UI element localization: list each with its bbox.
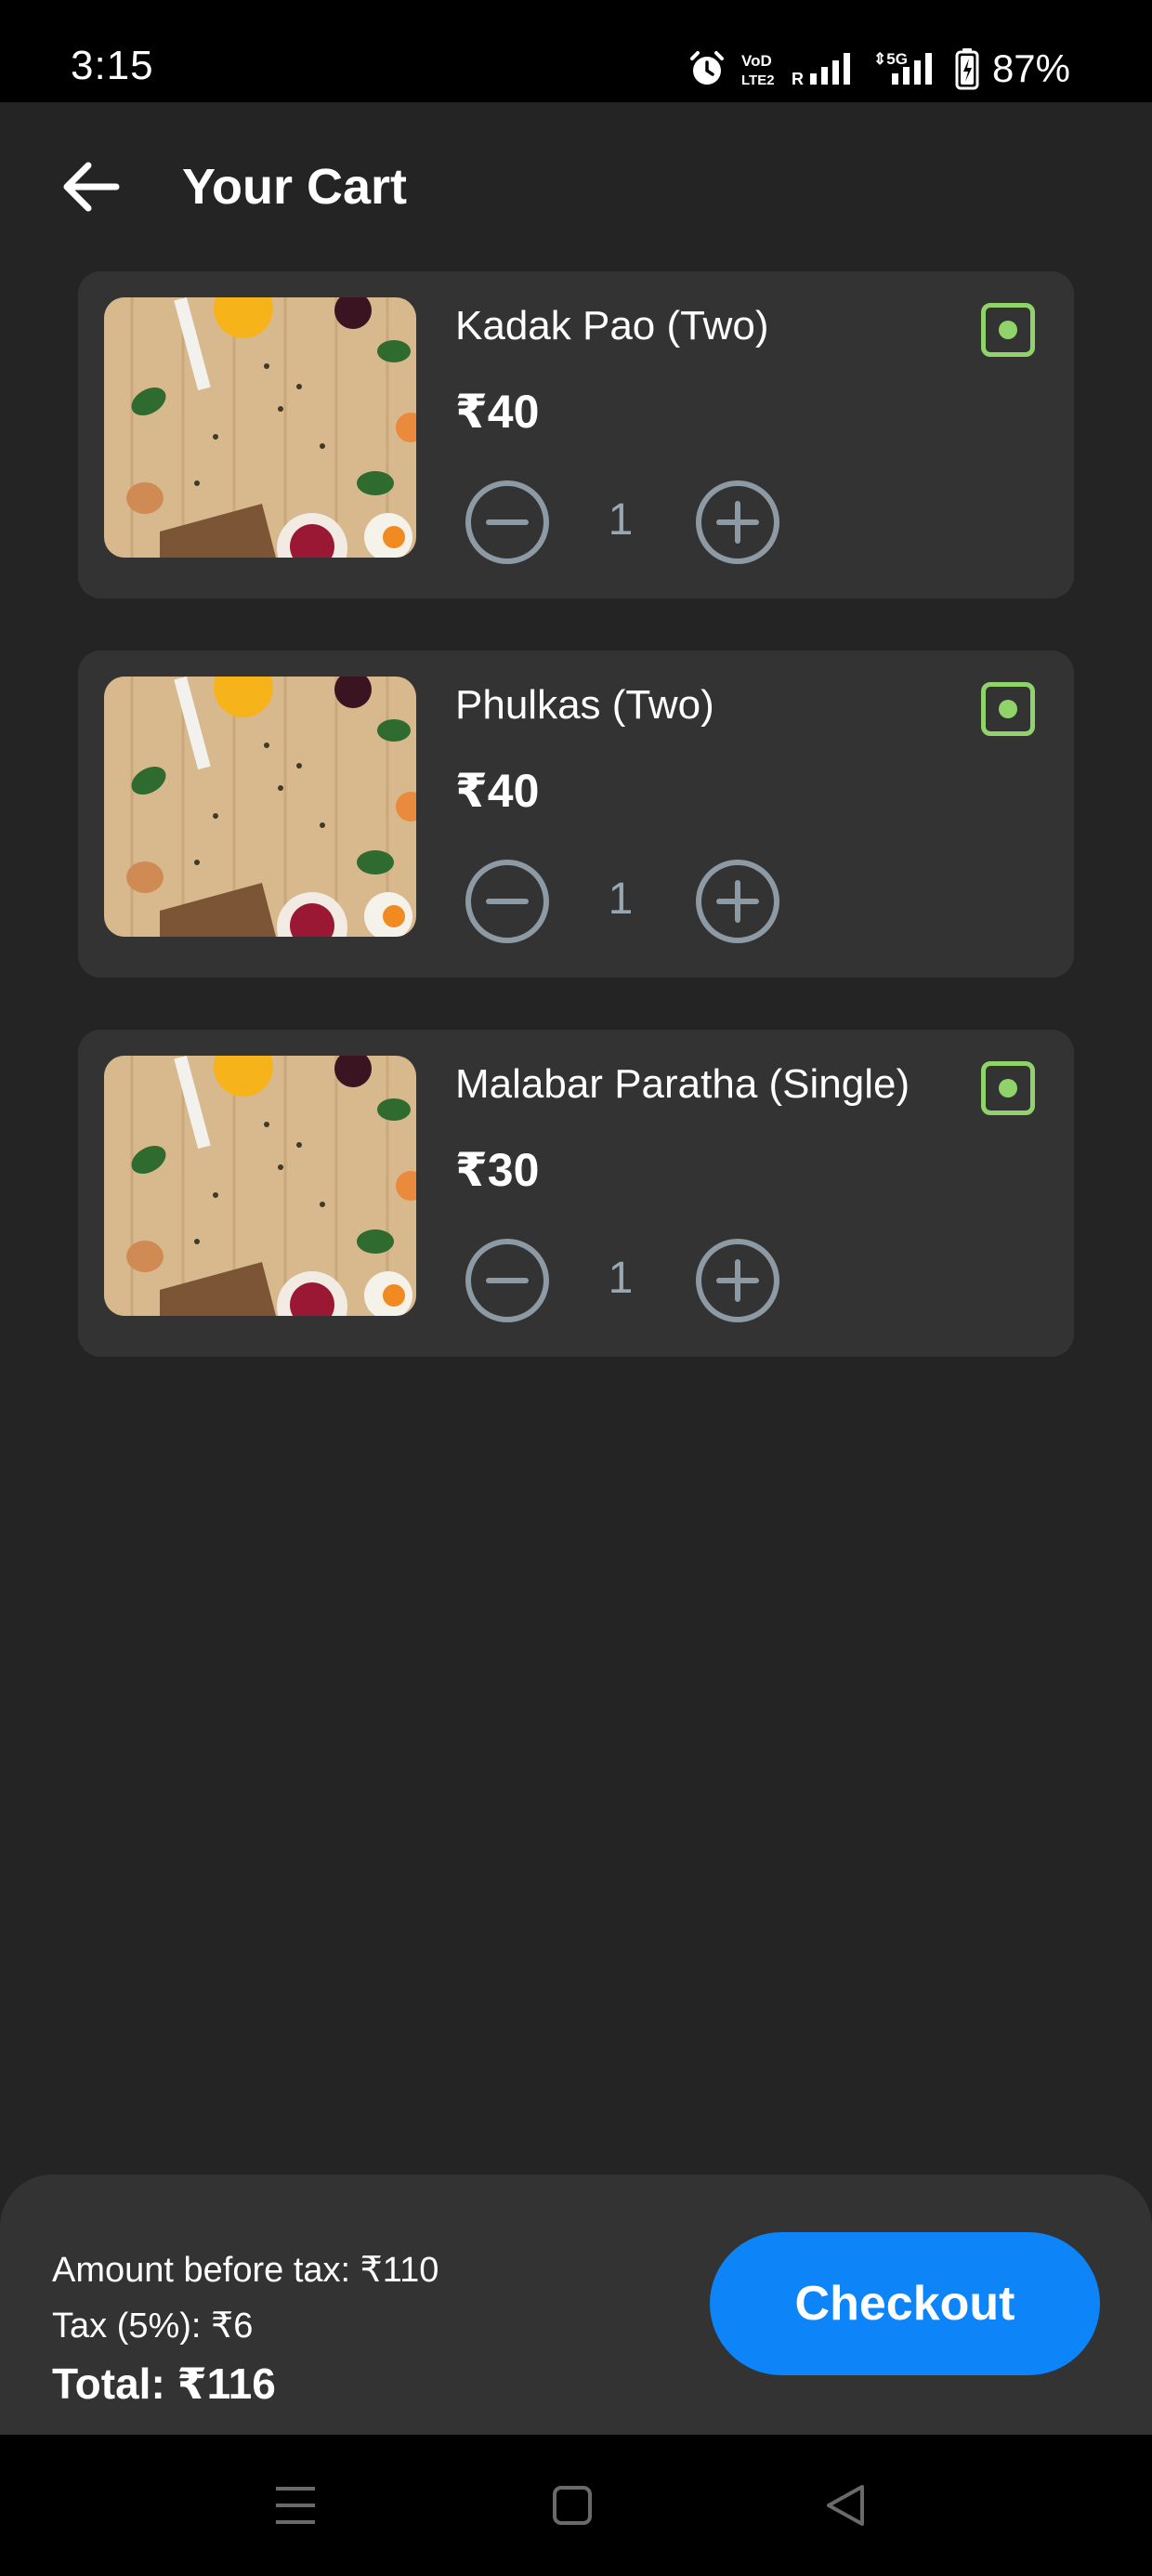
quantity-value: 1 [608, 874, 634, 924]
cart-screen: Your Cart Kadak Pao (Two) ₹40 1 Phulkas … [0, 102, 1152, 2435]
plus-circle-icon [696, 860, 779, 943]
status-time: 3:15 [71, 43, 154, 88]
svg-text:⇕5G: ⇕5G [873, 50, 908, 68]
recent-apps-button[interactable] [258, 2472, 333, 2539]
back-triangle-icon [827, 2485, 864, 2526]
cart-item: Kadak Pao (Two) ₹40 1 [78, 271, 1074, 598]
battery-icon [955, 47, 979, 90]
quantity-value: 1 [608, 1254, 634, 1303]
checkout-button[interactable]: Checkout [710, 2232, 1100, 2375]
item-price: ₹40 [455, 386, 540, 438]
header: Your Cart [0, 102, 1152, 269]
quantity-value: 1 [608, 495, 634, 545]
food-image [104, 297, 416, 558]
veg-indicator-icon [981, 682, 1035, 736]
svg-text:LTE2: LTE2 [741, 72, 775, 88]
alarm-icon [687, 49, 727, 88]
item-price: ₹30 [455, 1144, 540, 1196]
cart-item: Malabar Paratha (Single) ₹30 1 [78, 1030, 1074, 1357]
veg-indicator-icon [981, 1061, 1035, 1115]
order-summary: Amount before tax: ₹110 Tax (5%): ₹6 Tot… [0, 2175, 1152, 2435]
system-back-button[interactable] [808, 2472, 883, 2539]
volte-icon: VoD LTE2 [740, 49, 779, 88]
system-nav-bar [0, 2435, 1152, 2576]
decrease-quantity-button[interactable] [463, 478, 552, 567]
item-name: Malabar Paratha (Single) [455, 1061, 910, 1107]
increase-quantity-button[interactable] [693, 857, 782, 946]
veg-indicator-icon [981, 303, 1035, 357]
plus-circle-icon [696, 1239, 779, 1322]
page-title: Your Cart [182, 159, 408, 215]
5g-signal-icon: ⇕5G [873, 49, 942, 88]
cart-item: Phulkas (Two) ₹40 1 [78, 651, 1074, 978]
plus-circle-icon [696, 480, 779, 564]
arrow-left-icon [63, 162, 120, 212]
minus-circle-icon [465, 860, 549, 943]
item-name: Phulkas (Two) [455, 682, 714, 728]
battery-percentage: 87% [991, 46, 1070, 90]
minus-circle-icon [465, 480, 549, 564]
home-button[interactable] [535, 2472, 609, 2539]
svg-text:VoD: VoD [741, 52, 772, 70]
increase-quantity-button[interactable] [693, 478, 782, 567]
decrease-quantity-button[interactable] [463, 857, 552, 946]
total-amount: Total: ₹116 [52, 2359, 276, 2408]
food-image [104, 1056, 416, 1316]
minus-circle-icon [465, 1239, 549, 1322]
svg-text:R: R [792, 70, 804, 88]
status-icons: VoD LTE2 R ⇕5G 87% [687, 45, 1070, 93]
menu-icon [276, 2487, 315, 2524]
home-square-icon [553, 2486, 592, 2525]
food-image [104, 677, 416, 937]
back-button[interactable] [56, 152, 124, 221]
decrease-quantity-button[interactable] [463, 1236, 552, 1325]
item-price: ₹40 [455, 765, 540, 817]
tax-amount: Tax (5%): ₹6 [52, 2307, 254, 2346]
amount-before-tax: Amount before tax: ₹110 [52, 2251, 439, 2290]
signal-icon: R [792, 49, 860, 88]
increase-quantity-button[interactable] [693, 1236, 782, 1325]
item-name: Kadak Pao (Two) [455, 303, 769, 348]
status-bar: 3:15 VoD LTE2 R ⇕5G 87% [0, 0, 1152, 102]
